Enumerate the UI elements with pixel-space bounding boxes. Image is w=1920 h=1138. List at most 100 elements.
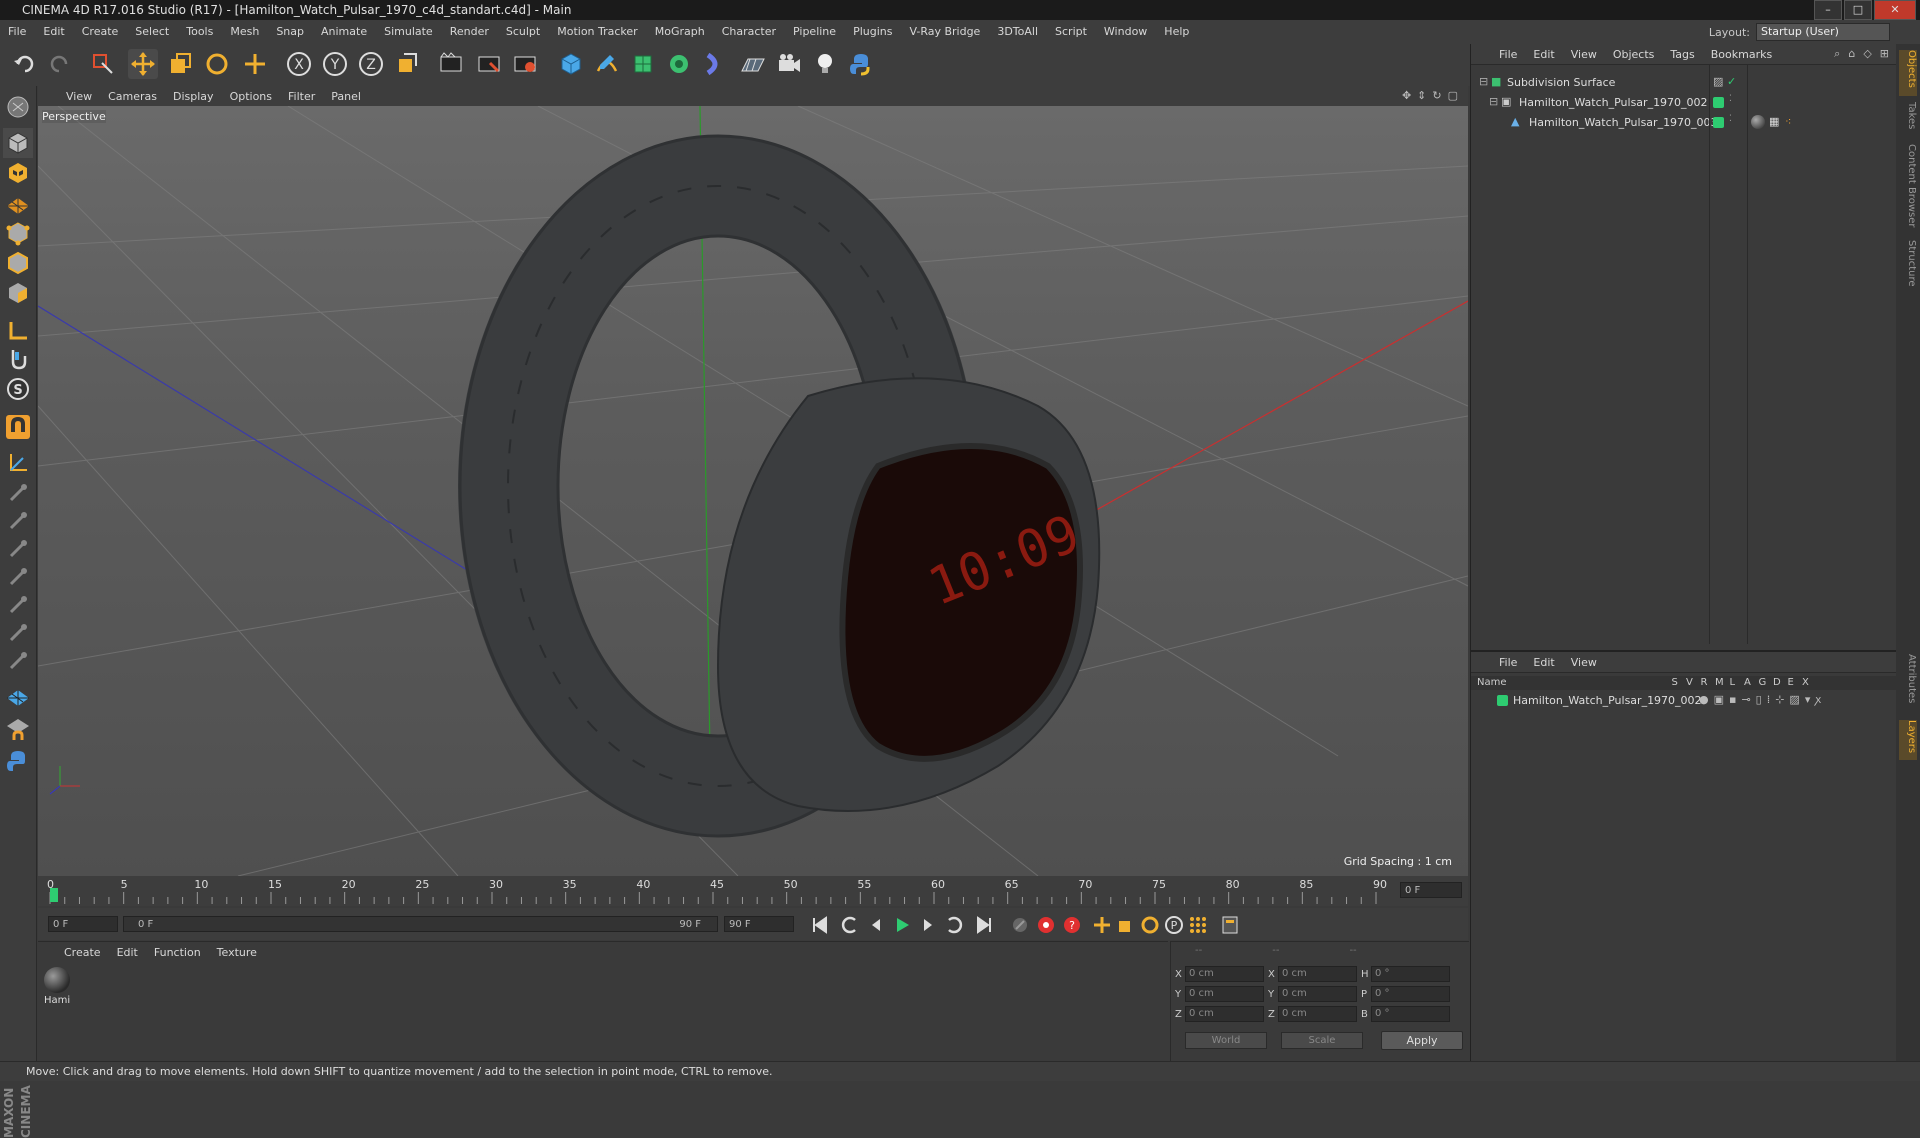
viewport-menu-view[interactable]: View — [66, 90, 92, 103]
tab-content-browser[interactable]: Content Browser — [1899, 144, 1917, 234]
next-frame-icon[interactable] — [916, 913, 940, 937]
tab-layers[interactable]: Layers — [1899, 720, 1917, 760]
menu-motion-tracker[interactable]: Motion Tracker — [557, 25, 637, 38]
close-button[interactable]: ✕ — [1874, 0, 1916, 20]
render-picture-viewer-icon[interactable] — [474, 49, 504, 79]
position-x-field[interactable]: 0 cm — [1185, 966, 1264, 982]
cube-object-icon[interactable] — [556, 49, 586, 79]
object-menu-edit[interactable]: Edit — [1533, 48, 1554, 61]
current-frame-field[interactable]: 0 F — [1400, 882, 1462, 898]
locked-workplane-icon[interactable] — [3, 448, 33, 478]
key-parameter-icon[interactable]: P — [1162, 913, 1186, 937]
texture-mode-icon[interactable] — [3, 158, 33, 188]
size-x-field[interactable]: 0 cm — [1278, 966, 1357, 982]
viewport-menu-panel[interactable]: Panel — [331, 90, 361, 103]
coordinate-system-icon[interactable] — [392, 49, 422, 79]
layer-color-icon[interactable] — [1713, 117, 1724, 128]
sculpt-brush-3-icon[interactable] — [3, 534, 33, 564]
material-swatch[interactable]: Hami — [44, 967, 74, 1006]
visibility-dots-icon[interactable]: ⁚ — [1729, 94, 1732, 104]
subdivision-surface-icon[interactable] — [628, 49, 658, 79]
move-tool-icon[interactable] — [128, 49, 158, 79]
go-to-end-icon[interactable] — [972, 913, 996, 937]
live-selection-icon[interactable] — [88, 49, 118, 79]
phong-tag-icon[interactable]: ⁖ — [1785, 115, 1791, 128]
record-keys-icon[interactable] — [1008, 913, 1032, 937]
material-menu-texture[interactable]: Texture — [217, 946, 257, 959]
end-frame-field[interactable]: 90 F — [724, 916, 794, 932]
layer-column-name[interactable]: Name — [1477, 677, 1507, 688]
layer-column-m[interactable]: M — [1715, 677, 1724, 688]
previous-frame-icon[interactable] — [864, 913, 888, 937]
rotation-p-field[interactable]: 0 ° — [1371, 986, 1450, 1002]
layer-color-swatch[interactable] — [1497, 695, 1508, 706]
x-axis-lock-icon[interactable]: X — [284, 49, 314, 79]
tab-structure[interactable]: Structure — [1899, 240, 1917, 294]
floor-object-icon[interactable] — [738, 49, 768, 79]
sculpt-brush-1-icon[interactable] — [3, 478, 33, 508]
menu-script[interactable]: Script — [1055, 25, 1087, 38]
viewport-menu-display[interactable]: Display — [173, 90, 214, 103]
maximize-button[interactable]: □ — [1844, 0, 1872, 20]
coordinate-space-dropdown[interactable]: World — [1185, 1032, 1267, 1049]
layer-column-d[interactable]: D — [1773, 677, 1781, 688]
python-script-icon[interactable] — [3, 746, 33, 776]
menu-tools[interactable]: Tools — [186, 25, 213, 38]
layer-column-e[interactable]: E — [1788, 677, 1794, 688]
new-window-icon[interactable]: ⊞ — [1880, 47, 1889, 61]
layer-toggle-icons[interactable]: ●▣▪⊸▯⁞⊹▨▾ꭗ — [1699, 692, 1826, 707]
menu-character[interactable]: Character — [722, 25, 776, 38]
snap-icon[interactable]: S — [3, 374, 33, 404]
minimize-button[interactable]: – — [1814, 0, 1842, 20]
tab-attributes[interactable]: Attributes — [1899, 654, 1917, 714]
scale-tool-icon[interactable] — [165, 49, 195, 79]
y-axis-lock-icon[interactable]: Y — [320, 49, 350, 79]
deformer-icon[interactable] — [700, 49, 730, 79]
layer-column-g[interactable]: G — [1759, 677, 1767, 688]
object-menu-tags[interactable]: Tags — [1670, 48, 1694, 61]
key-position-icon[interactable] — [1090, 913, 1114, 937]
magnet-icon[interactable] — [3, 412, 33, 442]
light-icon[interactable] — [810, 49, 840, 79]
object-row-002[interactable]: ⊟ ▣ Hamilton_Watch_Pulsar_1970_002 ⁚ — [1471, 94, 1897, 112]
menu-mesh[interactable]: Mesh — [230, 25, 259, 38]
render-view-icon[interactable] — [436, 49, 466, 79]
next-keyframe-icon[interactable] — [942, 913, 966, 937]
menu-edit[interactable]: Edit — [43, 25, 64, 38]
frame-range-slider[interactable]: 0 F 90 F — [123, 916, 718, 932]
material-menu-create[interactable]: Create — [64, 946, 101, 959]
layer-column-r[interactable]: R — [1701, 677, 1708, 688]
layer-column-l[interactable]: L — [1730, 677, 1736, 688]
apply-button[interactable]: Apply — [1381, 1031, 1463, 1050]
watch-case[interactable]: 10:09 — [716, 377, 1101, 812]
menu-select[interactable]: Select — [135, 25, 169, 38]
viewport-maximize-icon[interactable]: ▢ — [1448, 89, 1458, 102]
transform-mode-dropdown[interactable]: Scale — [1281, 1032, 1363, 1049]
layer-menu-edit[interactable]: Edit — [1533, 656, 1554, 669]
timeline-window-icon[interactable] — [1218, 913, 1242, 937]
menu-window[interactable]: Window — [1104, 25, 1147, 38]
layer-column-x[interactable]: X — [1802, 677, 1809, 688]
layer-color-icon[interactable] — [1713, 97, 1724, 108]
menu-animate[interactable]: Animate — [321, 25, 367, 38]
menu-create[interactable]: Create — [82, 25, 119, 38]
sculpt-brush-4-icon[interactable] — [3, 562, 33, 592]
key-pla-icon[interactable] — [1186, 913, 1210, 937]
viewport-zoom-icon[interactable]: ⇕ — [1417, 89, 1426, 102]
sculpt-brush-7-icon[interactable] — [3, 646, 33, 676]
object-row-subdivision[interactable]: ⊟ ■ Subdivision Surface ▨ ✓ — [1471, 74, 1897, 92]
key-scale-icon[interactable] — [1114, 913, 1138, 937]
sculpt-brush-6-icon[interactable] — [3, 618, 33, 648]
enabled-check-icon[interactable]: ✓ — [1727, 75, 1736, 88]
z-axis-lock-icon[interactable]: Z — [356, 49, 386, 79]
object-menu-objects[interactable]: Objects — [1613, 48, 1655, 61]
redo-icon[interactable] — [44, 49, 74, 79]
layer-column-v[interactable]: V — [1686, 677, 1693, 688]
layout-dropdown[interactable]: Startup (User) — [1756, 23, 1890, 41]
search-icon[interactable]: ⌕ — [1834, 47, 1840, 61]
layer-menu-file[interactable]: File — [1499, 656, 1517, 669]
menu-simulate[interactable]: Simulate — [384, 25, 433, 38]
menu-mograph[interactable]: MoGraph — [655, 25, 705, 38]
collapse-icon[interactable]: ⊟ — [1489, 95, 1498, 108]
size-z-field[interactable]: 0 cm — [1278, 1006, 1357, 1022]
